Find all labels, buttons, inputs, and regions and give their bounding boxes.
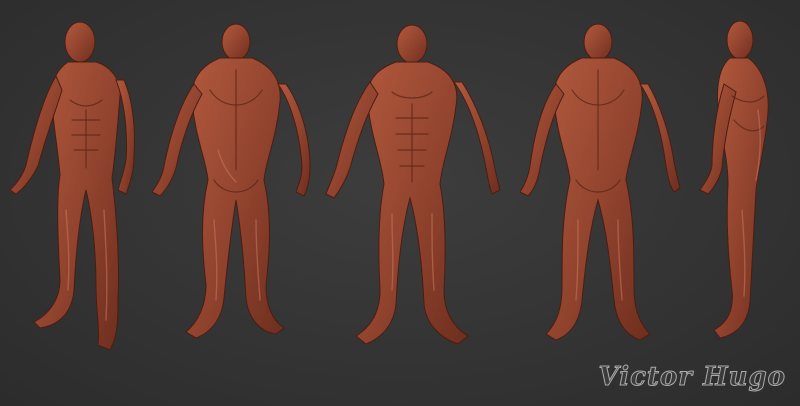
figure-three-quarter-front [9,21,135,351]
watermark-signature: Victor Hugo [598,362,786,393]
figure-back-right [519,23,681,341]
anatomy-render [9,20,769,351]
figure-back-left [151,23,311,339]
figure-front [325,24,501,345]
render-canvas: Victor Hugo [0,0,800,406]
figure-side [699,20,769,339]
